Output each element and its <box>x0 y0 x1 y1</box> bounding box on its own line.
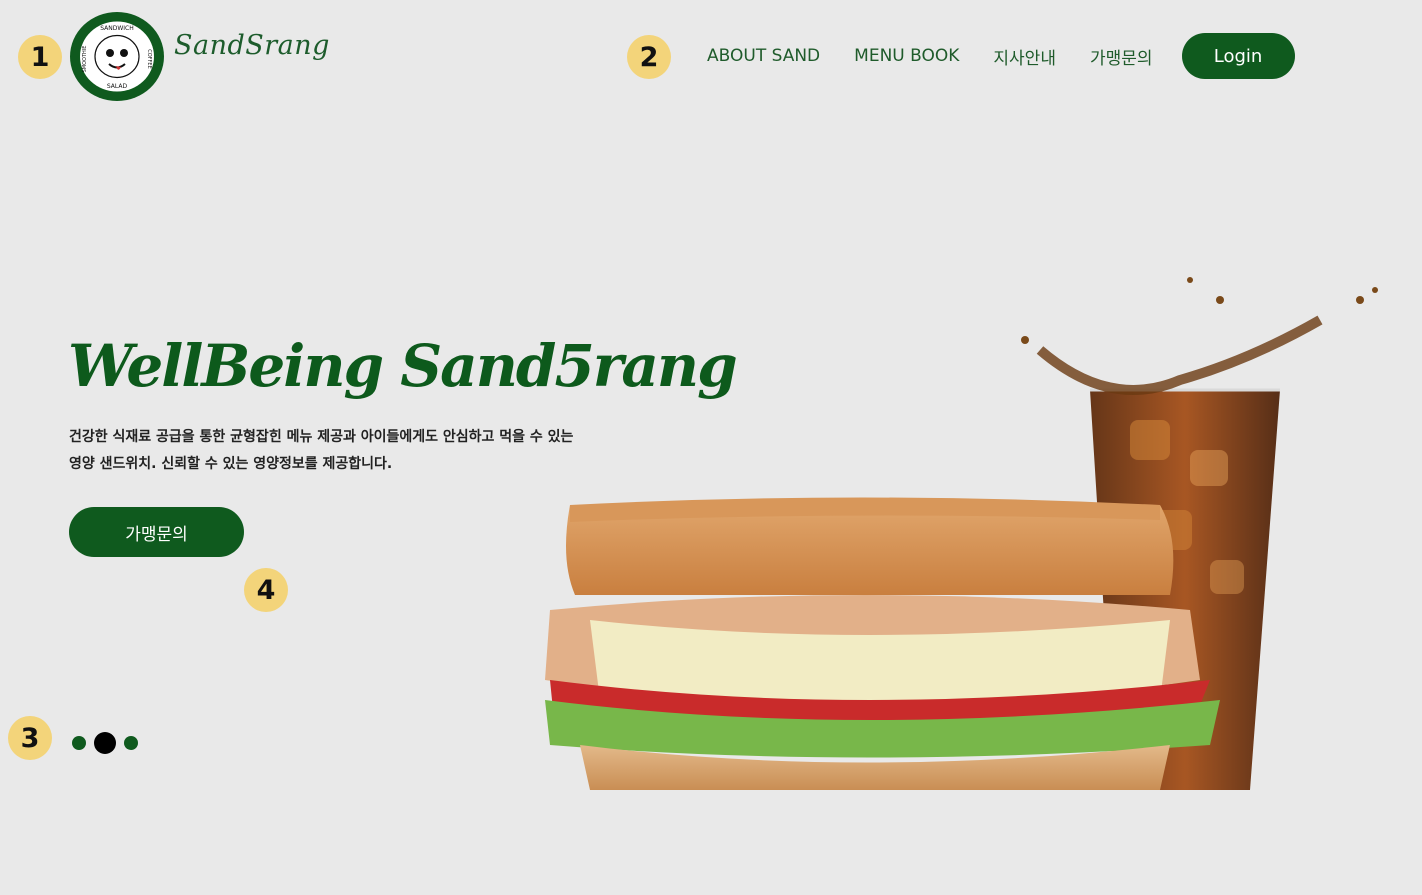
nav-item-branch-info[interactable]: 지사안내 <box>976 44 1073 69</box>
franchise-inquiry-button[interactable]: 가맹문의 <box>69 507 244 557</box>
sandwich-icon <box>545 497 1220 790</box>
logo-face-icon: SANDWICH SALAD COFFEE SMOOTHIE <box>70 12 164 101</box>
logo-badge[interactable]: SANDWICH SALAD COFFEE SMOOTHIE <box>69 11 165 102</box>
login-button[interactable]: Login <box>1181 33 1295 79</box>
nav-item-franchise-inquiry[interactable]: 가맹문의 <box>1073 44 1170 69</box>
nav-item-menu-book[interactable]: MENU BOOK <box>837 46 976 66</box>
badge-text-left: SMOOTHIE <box>82 46 88 73</box>
annotation-marker-3: 3 <box>8 716 52 760</box>
nav-item-about-sand[interactable]: ABOUT SAND <box>690 46 837 66</box>
slider-dot-3[interactable] <box>124 736 138 750</box>
slider-pagination <box>72 732 138 754</box>
hero-product-image <box>545 277 1378 790</box>
annotation-marker-2: 2 <box>627 35 671 79</box>
slider-dot-1[interactable] <box>72 736 86 750</box>
annotation-marker-4: 4 <box>244 568 288 612</box>
badge-text-bottom: SALAD <box>107 83 128 90</box>
main-nav: ABOUT SAND MENU BOOK 지사안내 가맹문의 Login <box>690 33 1295 79</box>
badge-text-right: COFFEE <box>146 49 152 69</box>
badge-text-top: SANDWICH <box>100 25 134 32</box>
annotation-marker-1: 1 <box>18 35 62 79</box>
slider-dot-2-active[interactable] <box>94 732 116 754</box>
brand-wordmark[interactable]: SandSrang <box>174 30 330 61</box>
